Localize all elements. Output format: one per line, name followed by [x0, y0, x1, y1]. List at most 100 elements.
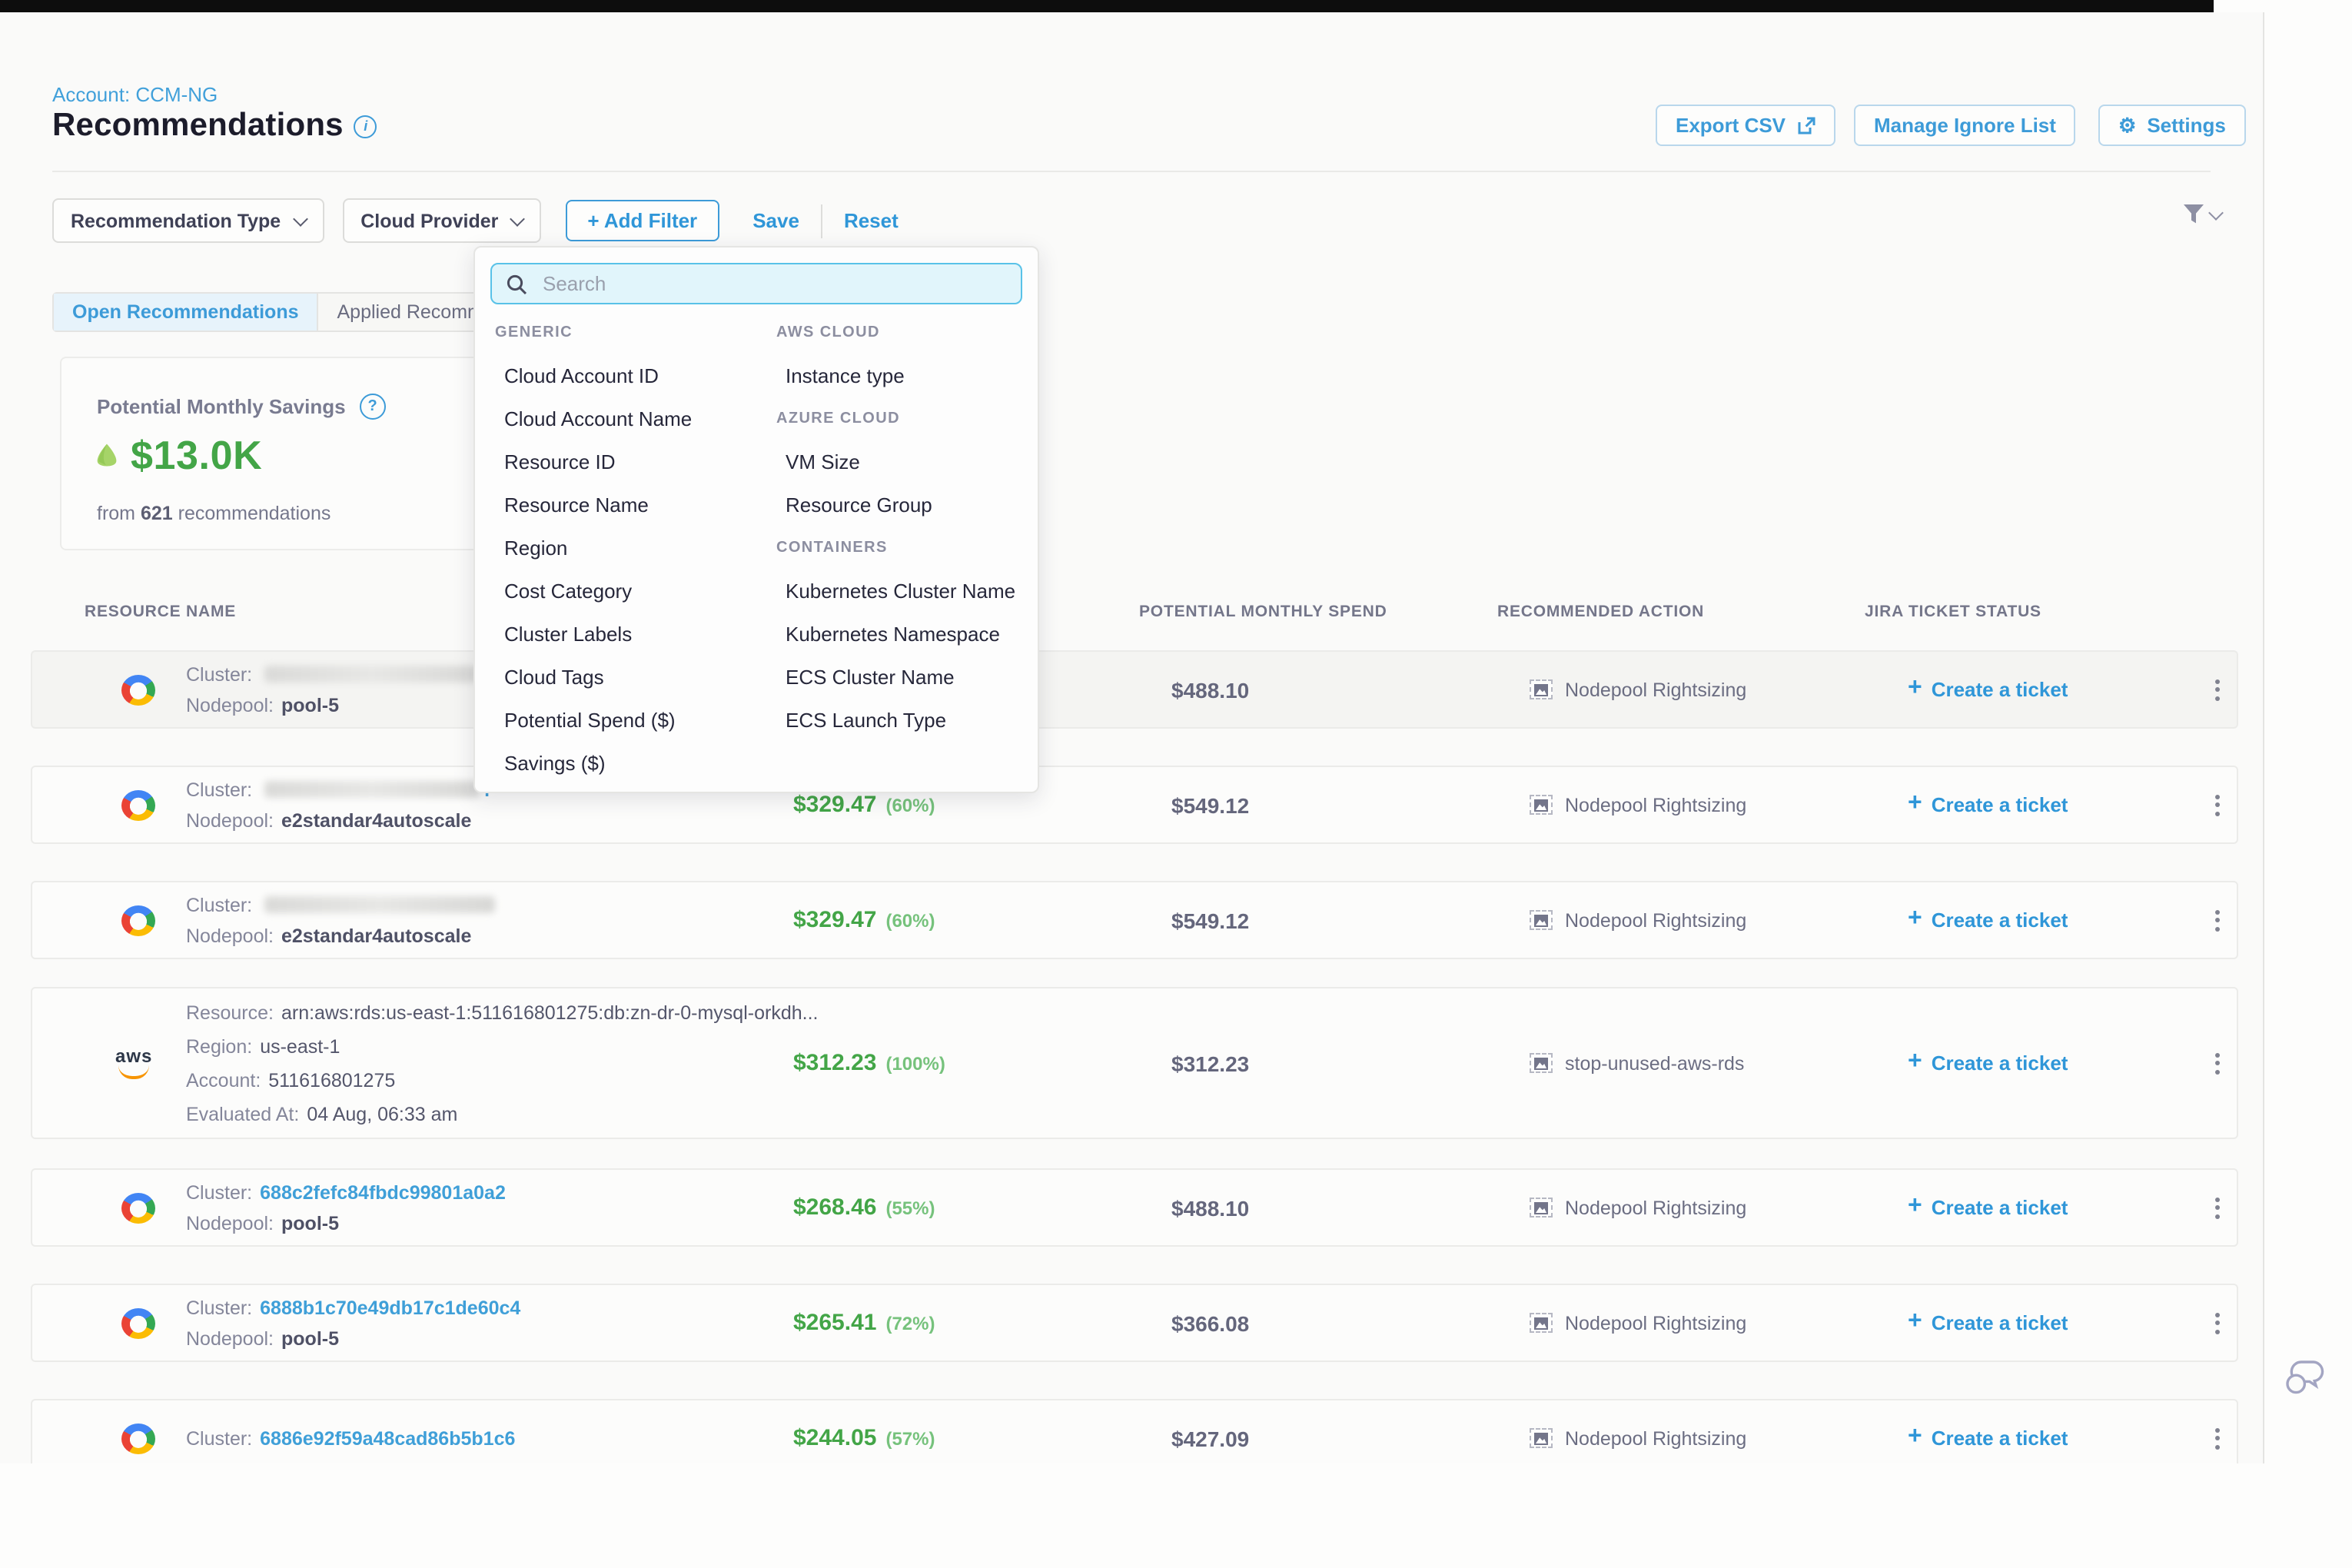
save-filter-button[interactable]: Save — [752, 209, 799, 232]
dropdown-item[interactable]: Savings ($) — [495, 742, 769, 786]
dropdown-item[interactable]: Instance type — [776, 355, 1025, 398]
resource-label: Cluster: — [186, 659, 252, 689]
gcp-icon — [121, 1192, 155, 1223]
page: Account: CCM-NG Recommendations i Export… — [0, 0, 2352, 1568]
settings-button[interactable]: ⚙︎ Settings — [2098, 105, 2246, 146]
table-row[interactable]: Cluster:iNodepool:e2standar4autoscale$32… — [31, 766, 2238, 844]
create-ticket-button[interactable]: +Create a ticket — [1908, 882, 2068, 958]
resource-line: Nodepool:pool-5 — [186, 689, 480, 720]
info-icon[interactable]: i — [354, 115, 377, 138]
savings-value: $268.46 — [793, 1194, 876, 1221]
cloud-provider-filter[interactable]: Cloud Provider — [342, 198, 541, 243]
dropdown-item[interactable]: Resource Group — [776, 484, 1025, 527]
recommendation-count: 621 — [141, 503, 173, 524]
resource-label: Cluster: — [186, 1177, 252, 1208]
resource-details: Cluster:6886e92f59a48cad86b5b1c6 — [186, 1400, 515, 1463]
kebab-menu[interactable] — [2215, 652, 2220, 727]
redacted-cluster-name — [264, 781, 480, 798]
resource-label: Nodepool: — [186, 1208, 274, 1238]
dropdown-item[interactable]: Cluster Labels — [495, 613, 769, 656]
recommendation-action-label: Nodepool Rightsizing — [1565, 1427, 1746, 1449]
dropdown-item[interactable]: Cloud Account Name — [495, 398, 769, 441]
add-filter-button[interactable]: + Add Filter — [566, 200, 719, 241]
dropdown-item[interactable]: Region — [495, 527, 769, 570]
dropdown-item[interactable]: ECS Launch Type — [776, 699, 1025, 742]
create-ticket-button[interactable]: +Create a ticket — [1908, 1285, 2068, 1360]
reset-filter-button[interactable]: Reset — [844, 209, 899, 232]
help-icon[interactable]: ? — [360, 394, 386, 420]
manage-ignore-list-button[interactable]: Manage Ignore List — [1854, 105, 2076, 146]
kebab-menu[interactable] — [2215, 1170, 2220, 1245]
dropdown-item[interactable]: Potential Spend ($) — [495, 699, 769, 742]
table-row[interactable]: Cluster:688c2fefc84fbdc99801a0a2Nodepool… — [31, 1168, 2238, 1247]
kebab-menu[interactable] — [2215, 767, 2220, 842]
recommendation-type-filter[interactable]: Recommendation Type — [52, 198, 324, 243]
tab-open-recommendations[interactable]: Open Recommendations — [54, 294, 317, 331]
recommended-action-cell: Nodepool Rightsizing — [1530, 1285, 1746, 1360]
spend-value: $549.12 — [1171, 767, 1249, 842]
account-breadcrumb[interactable]: Account: CCM-NG — [52, 83, 218, 106]
dropdown-item[interactable]: Cost Category — [495, 570, 769, 613]
table-row[interactable]: Cluster:Nodepool:e2standar4autoscale $329… — [31, 881, 2238, 959]
recommendation-action-label: Nodepool Rightsizing — [1565, 909, 1746, 931]
dropdown-item[interactable]: Kubernetes Cluster Name — [776, 570, 1025, 613]
provider-icon-cell — [121, 1400, 155, 1463]
table-row[interactable]: Cluster:6886e92f59a48cad86b5b1c6$244.05(… — [31, 1399, 2238, 1463]
resource-value: pool-5 — [281, 689, 339, 720]
table-row[interactable]: awsResource:arn:aws:rds:us-east-1:511616… — [31, 987, 2238, 1139]
kebab-dot — [2215, 1214, 2220, 1218]
table-row[interactable]: Cluster:Nodepool:pool-5$488.10Nodepool R… — [31, 650, 2238, 729]
recommendation-action-label: Nodepool Rightsizing — [1565, 1197, 1746, 1218]
create-ticket-button[interactable]: +Create a ticket — [1908, 767, 2068, 842]
create-ticket-label: Create a ticket — [1932, 909, 2068, 932]
create-ticket-button[interactable]: +Create a ticket — [1908, 988, 2068, 1138]
create-ticket-button[interactable]: +Create a ticket — [1908, 652, 2068, 727]
kebab-dot — [2215, 1321, 2220, 1325]
savings-value: $329.47 — [793, 907, 876, 933]
recommended-action-cell: stop-unused-aws-rds — [1530, 988, 1744, 1138]
provider-icon-cell — [121, 1285, 155, 1360]
kebab-menu[interactable] — [2215, 988, 2220, 1138]
dropdown-item[interactable]: Cloud Account ID — [495, 355, 769, 398]
savings-from-word: from — [97, 503, 135, 524]
dropdown-group-header: AZURE CLOUD — [776, 398, 1025, 441]
create-ticket-button[interactable]: +Create a ticket — [1908, 1170, 2068, 1245]
cluster-link[interactable]: 6886e92f59a48cad86b5b1c6 — [260, 1423, 515, 1453]
kebab-menu[interactable] — [2215, 1285, 2220, 1360]
create-ticket-button[interactable]: +Create a ticket — [1908, 1400, 2068, 1463]
filter-funnel-button[interactable] — [2181, 203, 2221, 226]
dropdown-item[interactable]: Cloud Tags — [495, 656, 769, 699]
create-ticket-label: Create a ticket — [1932, 1427, 2068, 1450]
cluster-link[interactable]: 688c2fefc84fbdc99801a0a2 — [260, 1177, 506, 1208]
kebab-dot — [2215, 1061, 2220, 1065]
chevron-down-icon — [510, 211, 526, 226]
recommended-action-cell: Nodepool Rightsizing — [1530, 767, 1746, 842]
create-ticket-label: Create a ticket — [1932, 1196, 2068, 1219]
kebab-dot — [2215, 1436, 2220, 1440]
export-csv-label: Export CSV — [1676, 114, 1786, 137]
kebab-menu[interactable] — [2215, 1400, 2220, 1463]
resource-details: Cluster:Nodepool:e2standar4autoscale — [186, 882, 495, 958]
kebab-dot — [2215, 1069, 2220, 1074]
resource-label: Region: — [186, 1029, 252, 1063]
resource-line: Evaluated At:04 Aug, 06:33 am — [186, 1097, 818, 1131]
dropdown-item[interactable]: Kubernetes Namespace — [776, 613, 1025, 656]
dropdown-item[interactable]: Resource Name — [495, 484, 769, 527]
dropdown-item[interactable]: VM Size — [776, 441, 1025, 484]
table-row[interactable]: Cluster:6888b1c70e49db17c1de60c4Nodepool… — [31, 1284, 2238, 1362]
content-panel: Account: CCM-NG Recommendations i Export… — [0, 12, 2264, 1463]
kebab-menu[interactable] — [2215, 882, 2220, 958]
dropdown-item[interactable]: Resource ID — [495, 441, 769, 484]
kebab-dot — [2215, 926, 2220, 931]
cluster-link[interactable]: 6888b1c70e49db17c1de60c4 — [260, 1292, 520, 1323]
cloud-provider-label: Cloud Provider — [360, 210, 498, 231]
export-csv-button[interactable]: Export CSV — [1656, 105, 1835, 146]
spend-value: $312.23 — [1171, 988, 1249, 1138]
create-ticket-label: Create a ticket — [1932, 793, 2068, 816]
dropdown-item[interactable]: ECS Cluster Name — [776, 656, 1025, 699]
resource-label: Cluster: — [186, 774, 252, 805]
monthly-savings-cell: $265.41(72%) — [793, 1285, 935, 1360]
chat-bubble-icon[interactable] — [2283, 1357, 2324, 1404]
kebab-dot — [2215, 696, 2220, 700]
search-input[interactable] — [540, 271, 1007, 297]
